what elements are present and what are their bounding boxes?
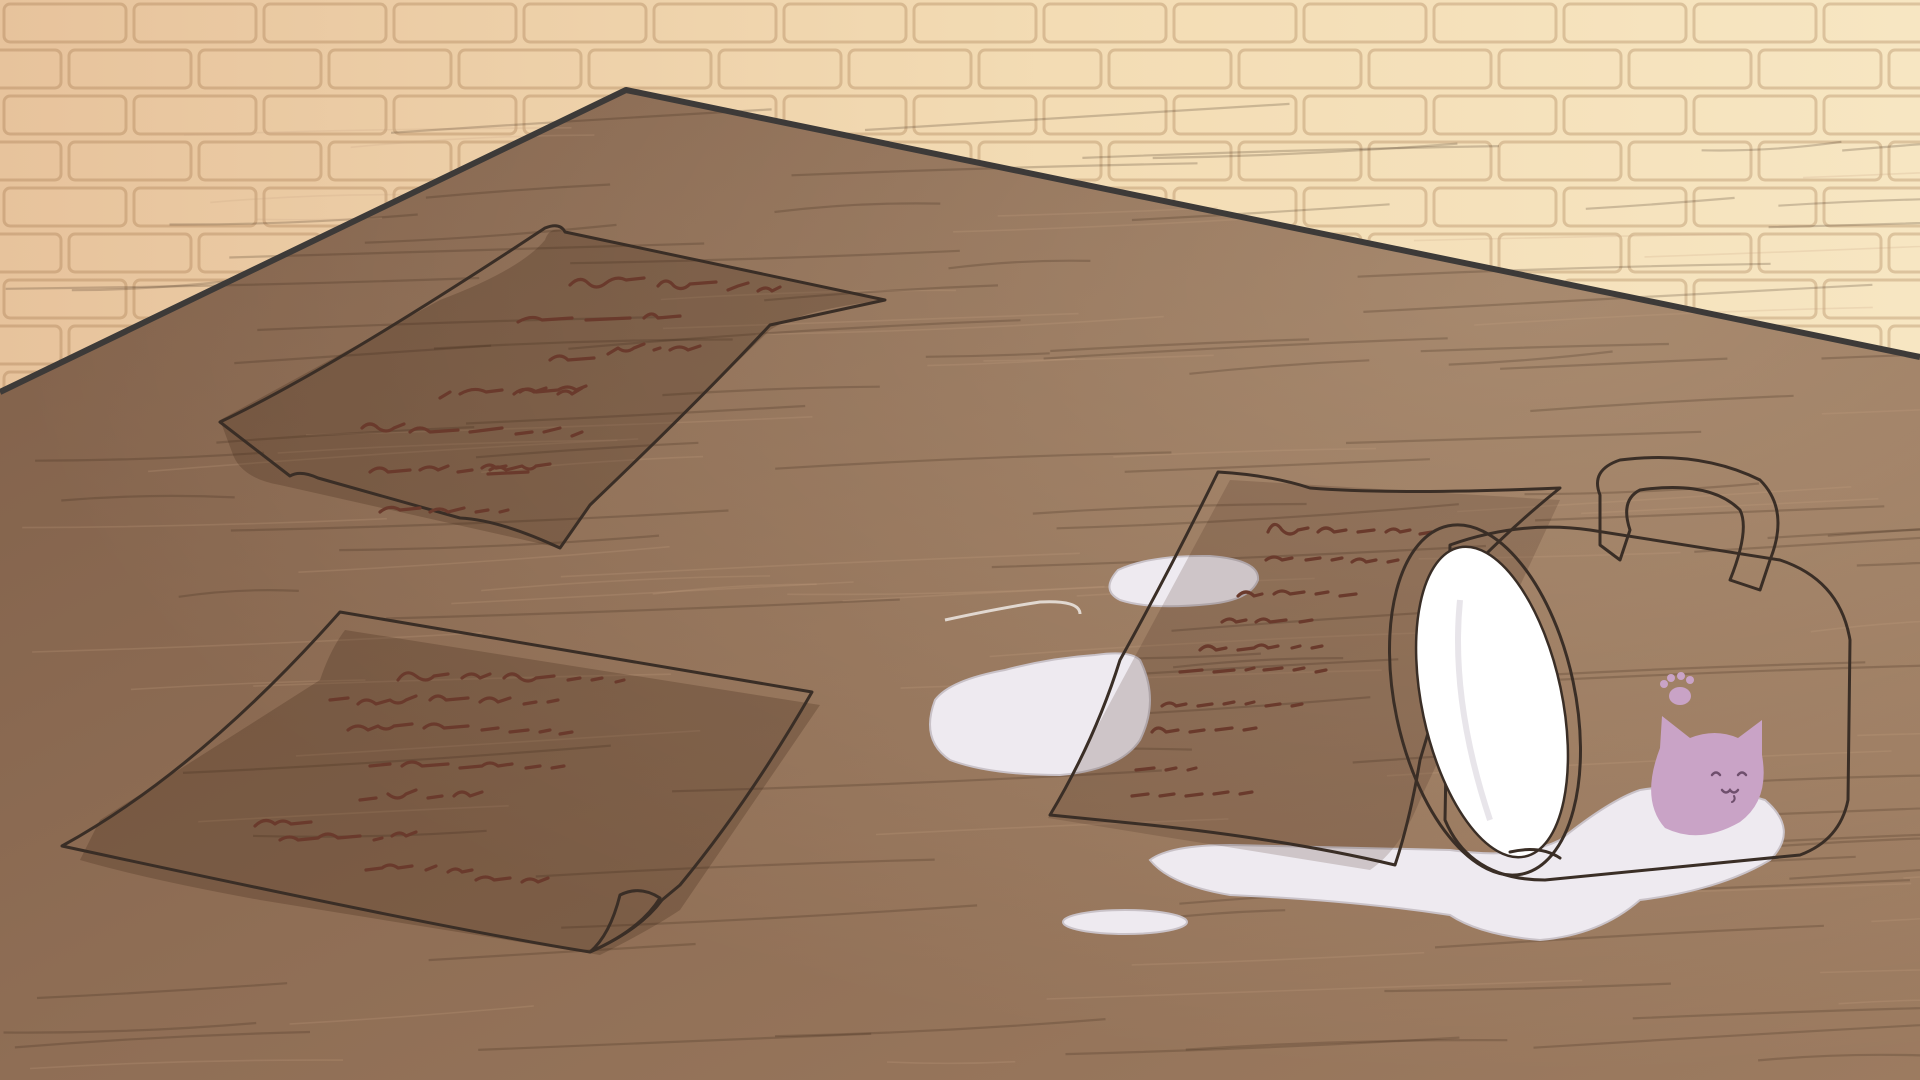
- scene-canvas: [0, 0, 1920, 1080]
- illustration-scene: [0, 0, 1920, 1080]
